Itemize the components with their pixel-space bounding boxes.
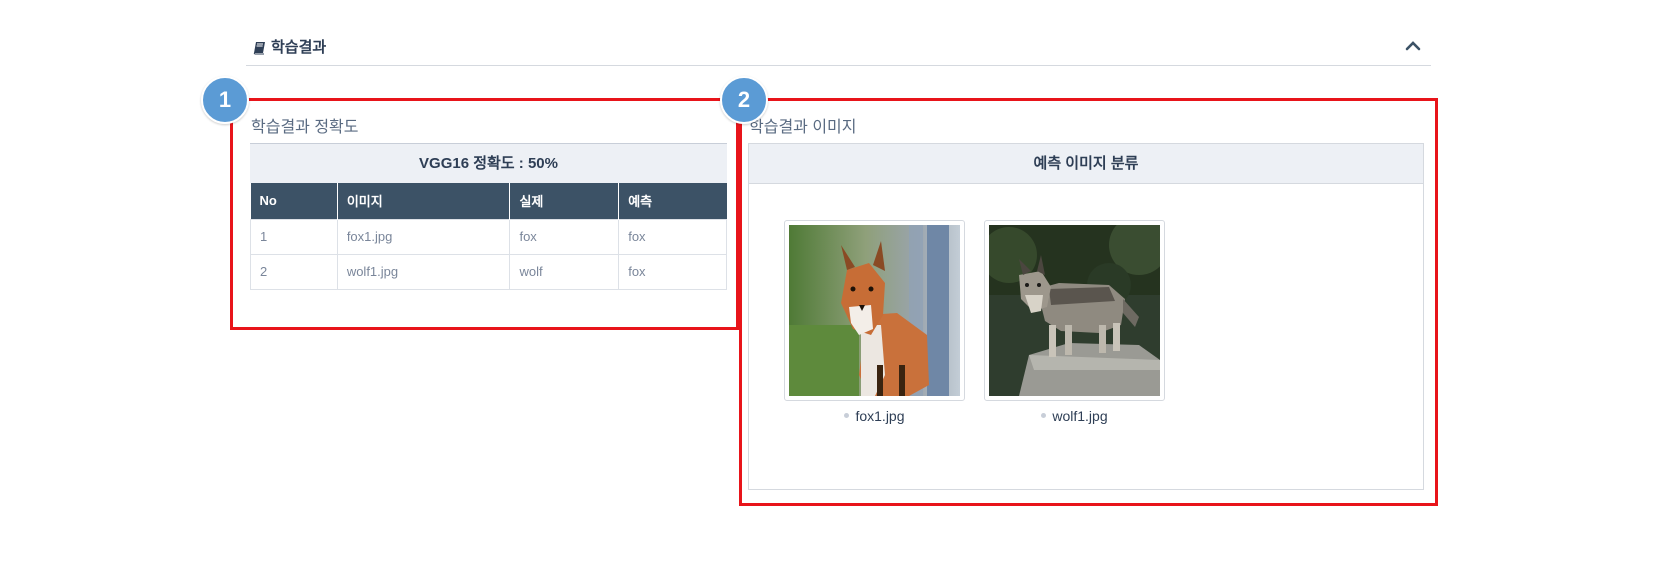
cell-image: wolf1.jpg: [336, 253, 511, 290]
cell-no: 2: [250, 253, 338, 290]
cell-actual: fox: [509, 218, 620, 255]
wolf-image-thumbnail[interactable]: [984, 220, 1165, 401]
table-row: 1 fox1.jpg fox fox: [250, 218, 727, 255]
fox-photo: [789, 225, 960, 396]
wolf-photo: [989, 225, 1160, 396]
wolf-filename: wolf1.jpg: [1052, 408, 1108, 424]
fox-image-label: fox1.jpg: [784, 408, 965, 424]
accuracy-caption: VGG16 정확도 : 50%: [250, 143, 727, 183]
bullet-dot: [1041, 412, 1047, 418]
wolf-image-label: wolf1.jpg: [984, 408, 1165, 424]
cell-image: fox1.jpg: [336, 218, 511, 255]
column-header-predicted: 예측: [618, 183, 727, 219]
column-header-no: No: [250, 183, 338, 219]
bullet-dot: [844, 412, 850, 418]
image-panel-title: 학습결과 이미지: [749, 119, 857, 136]
image-classification-panel: 예측 이미지 분류 fox1.jpg wolf1.jpg: [748, 143, 1424, 490]
cell-actual: wolf: [509, 253, 620, 290]
book-icon: [253, 42, 265, 55]
table-header-row: No 이미지 실제 예측: [250, 183, 727, 219]
chevron-up-icon[interactable]: [1403, 36, 1423, 56]
fox-filename: fox1.jpg: [855, 408, 905, 424]
cell-no: 1: [250, 218, 338, 255]
table-row: 2 wolf1.jpg wolf fox: [250, 253, 727, 290]
step-badge-1: 1: [201, 76, 249, 124]
cell-predicted: fox: [618, 218, 727, 255]
cell-predicted: fox: [618, 253, 727, 290]
accuracy-panel-title: 학습결과 정확도: [251, 119, 359, 136]
accuracy-table-panel: VGG16 정확도 : 50% No 이미지 실제 예측 1 fox1.jpg …: [250, 143, 727, 290]
accuracy-table: No 이미지 실제 예측 1 fox1.jpg fox fox 2 wolf1.…: [250, 183, 727, 290]
step-badge-2: 2: [720, 76, 768, 124]
image-panel-caption: 예측 이미지 분류: [749, 144, 1423, 184]
section-header: 학습결과: [246, 30, 1431, 66]
fox-image-thumbnail[interactable]: [784, 220, 965, 401]
column-header-actual: 실제: [509, 183, 619, 219]
column-header-image: 이미지: [336, 183, 510, 219]
section-title: 학습결과: [271, 39, 327, 56]
